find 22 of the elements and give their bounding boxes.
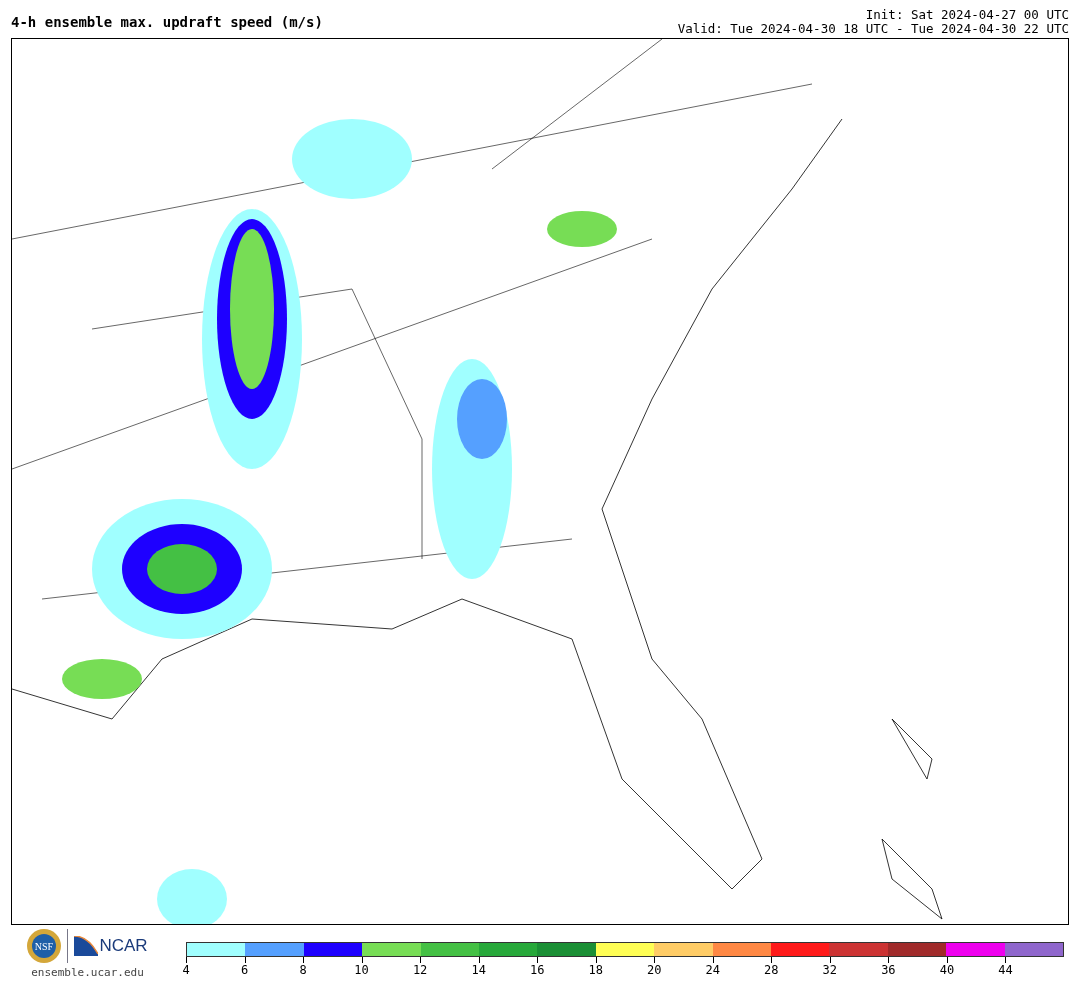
tick-label: 8 bbox=[299, 963, 307, 977]
nsf-logo-text: NSF bbox=[35, 941, 54, 952]
tick-label: 40 bbox=[939, 963, 955, 977]
swoosh-logo-icon bbox=[74, 936, 99, 956]
tick-label: 24 bbox=[705, 963, 720, 977]
tick-label: 32 bbox=[822, 963, 838, 977]
site-url: ensemble.ucar.edu bbox=[31, 966, 144, 979]
tick-label: 44 bbox=[998, 963, 1013, 977]
tick-label: 16 bbox=[529, 963, 545, 977]
tick-label: 10 bbox=[354, 963, 369, 977]
valid-time: Valid: Tue 2024-04-30 18 UTC - Tue 2024-04-30 22 UTC bbox=[677, 22, 1069, 36]
init-time: Init: Sat 2024-04-27 00 UTC bbox=[865, 8, 1069, 22]
tick-label: 4 bbox=[182, 963, 190, 977]
tick-label: 20 bbox=[647, 963, 662, 977]
tick-label: 36 bbox=[881, 963, 896, 977]
ncar-logo-text: NCAR bbox=[99, 936, 148, 956]
tick-label: 14 bbox=[471, 963, 486, 977]
tick-label: 6 bbox=[240, 963, 249, 977]
tick-label: 12 bbox=[412, 963, 428, 977]
tick-label: 18 bbox=[588, 963, 603, 977]
map-title: 4-h ensemble max. updraft speed (m/s) bbox=[11, 14, 323, 30]
tick-label: 28 bbox=[764, 963, 779, 977]
